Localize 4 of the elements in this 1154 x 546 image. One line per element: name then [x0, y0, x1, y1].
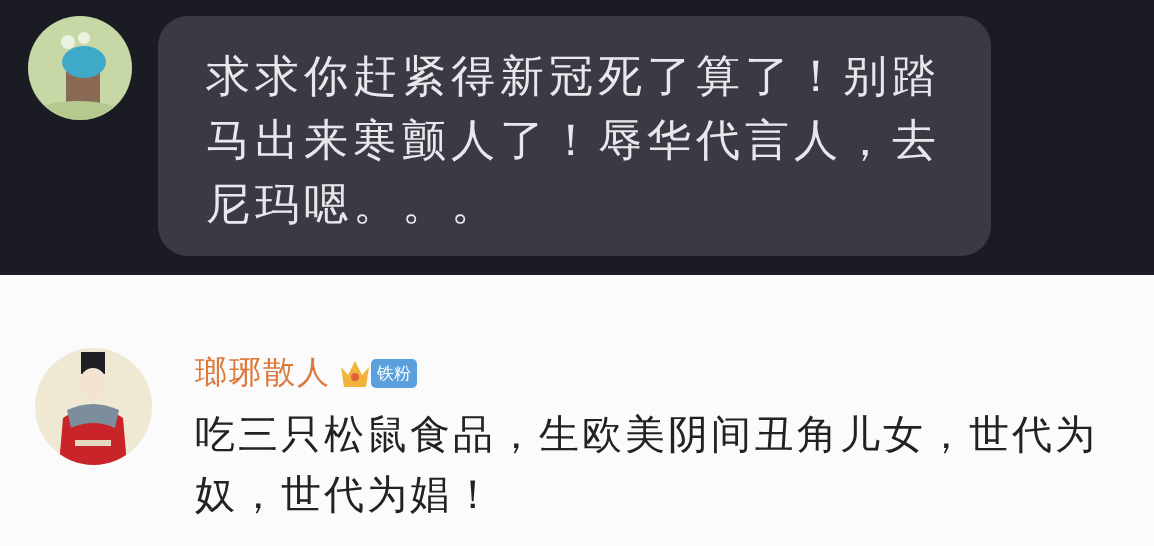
username[interactable]: 瑯琊散人: [195, 351, 331, 395]
comment-text: 求求你赶紧得新冠死了算了！别踏马出来寒颤人了！辱华代言人，去尼玛嗯。。。: [206, 49, 942, 231]
fan-badge: 铁粉: [371, 358, 417, 388]
comment-text: 吃三只松鼠食品，生欧美阴间丑角儿女，世代为奴，世代为娼！: [195, 410, 1099, 519]
